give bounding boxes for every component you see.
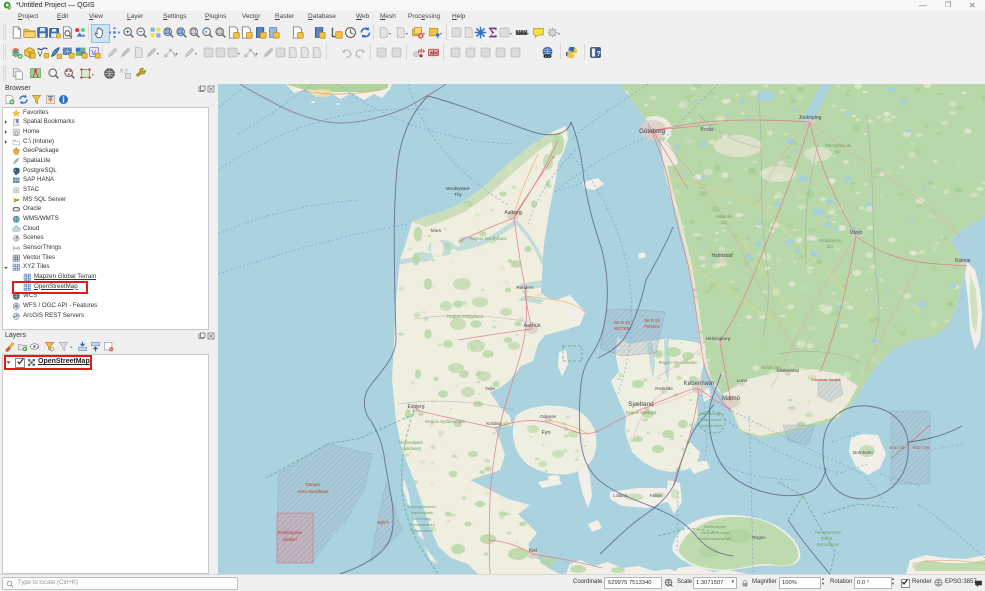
- svg-text:ESD T.39: ESD T.39: [913, 445, 931, 450]
- svg-text:Boddenlandschaft: Boddenlandschaft: [699, 536, 732, 541]
- svg-text:Region Midtjylland: Region Midtjylland: [447, 314, 483, 319]
- svg-text:län: län: [835, 149, 841, 154]
- svg-text:Lund: Lund: [737, 378, 748, 383]
- svg-text:?: ?: [596, 49, 601, 58]
- svg-text:Pommersche: Pommersche: [815, 530, 841, 535]
- svg-text:Randers: Randers: [516, 285, 534, 290]
- svg-text:Skåne län: Skåne län: [761, 365, 781, 370]
- svg-text:Rønnebank: Rønnebank: [817, 542, 841, 547]
- svg-text:Esbjerg: Esbjerg: [408, 404, 425, 410]
- svg-text:Odense: Odense: [540, 414, 557, 419]
- svg-text:Schießgebiet: Schießgebiet: [278, 530, 303, 535]
- svg-text:Halmstad: Halmstad: [711, 253, 732, 259]
- svg-text:WGTER: WGTER: [614, 326, 630, 331]
- svg-text:Meldorf: Meldorf: [283, 537, 298, 542]
- svg-text:Fyn: Fyn: [542, 430, 551, 436]
- svg-text:Mors: Mors: [431, 228, 442, 233]
- svg-text:Bucht -: Bucht -: [821, 536, 835, 541]
- svg-text:Bornholm: Bornholm: [853, 450, 873, 455]
- svg-text:Vadehavet: Vadehavet: [401, 446, 422, 451]
- svg-text:ESD T.B: ESD T.B: [889, 445, 904, 450]
- svg-text:Växjö: Växjö: [850, 230, 863, 236]
- svg-text:Nationalpark: Nationalpark: [411, 510, 433, 515]
- svg-text:Hallands: Hallands: [716, 214, 732, 219]
- svg-text:Persone: Persone: [644, 324, 660, 329]
- svg-text:Vorpommersche: Vorpommersche: [700, 530, 730, 535]
- svg-text:Kronobergs: Kronobergs: [819, 238, 841, 243]
- svg-text:Roskilde: Roskilde: [655, 386, 673, 391]
- svg-text:Rügen: Rügen: [752, 535, 766, 540]
- svg-text:Thy: Thy: [454, 192, 462, 197]
- svg-text:Borås: Borås: [700, 126, 714, 133]
- svg-text:Falsterborev: Falsterborev: [700, 417, 722, 422]
- svg-text:Falster: Falster: [650, 493, 663, 498]
- svg-text:Holsteinisches: Holsteinisches: [409, 522, 435, 527]
- svg-text:Sjælland: Sjælland: [628, 401, 654, 408]
- svg-text:SK R 19: SK R 19: [614, 320, 630, 325]
- svg-text:V: V: [38, 50, 43, 59]
- svg-text:Kolding: Kolding: [486, 421, 502, 426]
- svg-text:Östergötlands: Östergötlands: [825, 143, 851, 148]
- svg-text:Region Nordjylland: Region Nordjylland: [469, 236, 507, 241]
- svg-text:Malmö: Malmö: [722, 396, 741, 402]
- svg-text:Nationalpark: Nationalpark: [399, 440, 423, 445]
- svg-text:København: København: [684, 381, 715, 387]
- svg-text:Area Vandfuser: Area Vandfuser: [297, 489, 329, 494]
- svg-text:Aarhus: Aarhus: [523, 323, 540, 329]
- svg-text:Nationalpark: Nationalpark: [704, 524, 726, 529]
- svg-text:Naturområde: Naturområde: [699, 423, 723, 428]
- svg-text:Schleswig-: Schleswig-: [412, 516, 432, 521]
- svg-text:abc: abc: [430, 51, 439, 57]
- svg-text:Kiel: Kiel: [529, 548, 537, 554]
- svg-text:abc: abc: [418, 49, 425, 55]
- svg-text:Vejle: Vejle: [485, 386, 495, 391]
- svg-text:Helsingborg: Helsingborg: [706, 336, 731, 341]
- svg-text:Vendsyssel-: Vendsyssel-: [446, 186, 471, 191]
- svg-text:län: län: [827, 244, 833, 249]
- svg-text:Aflandshage-: Aflandshage-: [699, 411, 723, 416]
- svg-text:Region Sjælland: Region Sjælland: [626, 410, 657, 415]
- svg-text:Seevogelschutz-: Seevogelschutz-: [407, 504, 437, 509]
- svg-text:Wattenmeer: Wattenmeer: [411, 528, 433, 533]
- svg-text:Kalmar: Kalmar: [955, 258, 971, 264]
- svg-text:Göteborg: Göteborg: [639, 128, 665, 135]
- svg-text:Region Syddanmark: Region Syddanmark: [425, 419, 466, 424]
- svg-text:Lolland: Lolland: [613, 493, 627, 498]
- svg-text:Region Hovedstaden: Region Hovedstaden: [658, 360, 698, 365]
- svg-text:Danger: Danger: [305, 482, 321, 487]
- svg-text:Sylt A: Sylt A: [377, 520, 390, 525]
- svg-text:Jönköping: Jönköping: [799, 115, 822, 121]
- svg-text:Aalborg: Aalborg: [504, 210, 521, 216]
- svg-text:län: län: [721, 220, 727, 225]
- svg-text:Kasernas Vaujfak: Kasernas Vaujfak: [811, 378, 841, 382]
- svg-text:SK R 22: SK R 22: [644, 318, 660, 323]
